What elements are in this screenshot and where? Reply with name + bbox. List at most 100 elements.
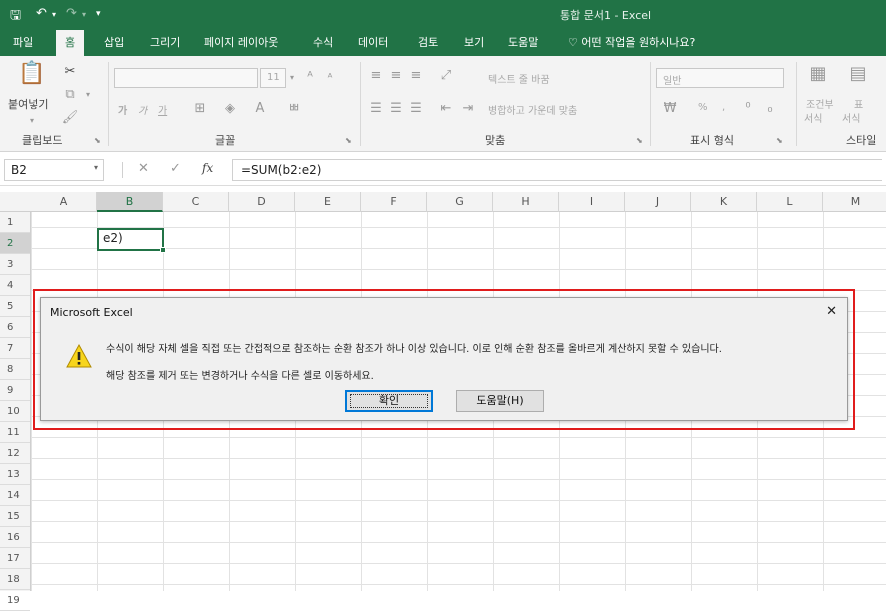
undo-icon[interactable]: ↶: [36, 6, 47, 21]
font-size-dropdown-icon[interactable]: ▾: [282, 68, 302, 88]
increase-indent-icon[interactable]: ⇥: [458, 99, 478, 119]
copy-dropdown-icon[interactable]: ▾: [78, 85, 98, 105]
font-color-icon[interactable]: A: [250, 99, 270, 119]
row-header-16[interactable]: 16: [0, 527, 30, 548]
enter-icon[interactable]: ✓: [170, 161, 181, 176]
column-header-a[interactable]: A: [31, 192, 97, 212]
tab-review[interactable]: 검토: [418, 34, 438, 50]
redo-dropdown-icon[interactable]: ▾: [82, 10, 86, 19]
column-header-f[interactable]: F: [361, 192, 427, 212]
merge-center-button[interactable]: 병합하고 가운데 맞춤: [488, 102, 577, 117]
font-launcher-icon[interactable]: ⬊: [345, 136, 352, 145]
phonetic-guide-icon[interactable]: ㅃ: [284, 99, 304, 119]
tab-home[interactable]: 홈: [56, 30, 85, 56]
row-header-10[interactable]: 10: [0, 401, 30, 422]
decrease-decimal-icon[interactable]: ₀: [760, 99, 780, 119]
row-header-1[interactable]: 1: [0, 212, 30, 233]
tab-view[interactable]: 보기: [464, 34, 484, 50]
row-header-6[interactable]: 6: [0, 317, 30, 338]
align-bottom-icon[interactable]: ≡: [406, 66, 426, 86]
fill-handle[interactable]: [160, 247, 166, 253]
row-header-18[interactable]: 18: [0, 569, 30, 590]
font-name-box[interactable]: [114, 68, 258, 88]
column-header-k[interactable]: K: [691, 192, 757, 212]
row-header-14[interactable]: 14: [0, 485, 30, 506]
paste-button[interactable]: 붙여넣기: [8, 96, 48, 112]
column-header-d[interactable]: D: [229, 192, 295, 212]
tab-formulas[interactable]: 수식: [313, 34, 333, 50]
row-header-5[interactable]: 5: [0, 296, 30, 317]
column-header-m[interactable]: M: [823, 192, 886, 212]
name-box-dropdown-icon[interactable]: ▾: [94, 163, 98, 172]
row-header-11[interactable]: 11: [0, 422, 30, 443]
tab-help[interactable]: 도움말: [508, 34, 538, 50]
row-header-4[interactable]: 4: [0, 275, 30, 296]
column-header-h[interactable]: H: [493, 192, 559, 212]
save-icon[interactable]: 🖫: [10, 6, 21, 28]
decrease-font-size-icon[interactable]: ᴬ: [320, 68, 340, 88]
borders-icon[interactable]: ⊞: [190, 99, 210, 119]
wrap-text-button[interactable]: 텍스트 줄 바꿈: [488, 71, 550, 86]
row-header-17[interactable]: 17: [0, 548, 30, 569]
column-header-b[interactable]: B: [97, 192, 163, 212]
accounting-format-icon[interactable]: ₩: [660, 99, 680, 119]
tab-data[interactable]: 데이터: [358, 34, 388, 50]
conditional-formatting-button[interactable]: 조건부: [806, 96, 834, 111]
tab-insert[interactable]: 삽입: [104, 34, 124, 50]
row-header-19[interactable]: 19: [0, 590, 30, 611]
ok-button[interactable]: 확인: [345, 390, 433, 412]
format-as-table-icon[interactable]: ▤: [846, 64, 870, 90]
decrease-indent-icon[interactable]: ⇤: [436, 99, 456, 119]
tab-file[interactable]: 파일: [13, 34, 33, 50]
close-icon[interactable]: ✕: [826, 304, 837, 319]
increase-font-size-icon[interactable]: ᴬ: [300, 68, 320, 88]
cancel-icon[interactable]: ✕: [138, 161, 149, 176]
name-box[interactable]: B2 ▾: [4, 159, 104, 181]
tab-page-layout[interactable]: 페이지 레이아웃: [204, 34, 278, 50]
column-header-j[interactable]: J: [625, 192, 691, 212]
align-center-icon[interactable]: ☰: [386, 99, 406, 119]
format-as-table-button[interactable]: 표: [854, 96, 863, 111]
help-button[interactable]: 도움말(H): [456, 390, 544, 412]
align-right-icon[interactable]: ☰: [406, 99, 426, 119]
underline-button[interactable]: 가: [158, 102, 167, 117]
row-header-3[interactable]: 3: [0, 254, 30, 275]
fill-color-icon[interactable]: ◈: [220, 99, 240, 119]
column-header-l[interactable]: L: [757, 192, 823, 212]
row-header-13[interactable]: 13: [0, 464, 30, 485]
percent-button[interactable]: %: [698, 102, 708, 113]
alignment-launcher-icon[interactable]: ⬊: [636, 136, 643, 145]
row-header-2[interactable]: 2: [0, 233, 30, 254]
italic-button[interactable]: 가: [138, 102, 147, 117]
align-top-icon[interactable]: ≡: [366, 66, 386, 86]
column-header-c[interactable]: C: [163, 192, 229, 212]
column-header-e[interactable]: E: [295, 192, 361, 212]
increase-decimal-icon[interactable]: ⁰: [738, 99, 758, 119]
bold-button[interactable]: 가: [118, 102, 127, 117]
number-launcher-icon[interactable]: ⬊: [776, 136, 783, 145]
comma-button[interactable]: ,: [722, 102, 725, 113]
row-header-8[interactable]: 8: [0, 359, 30, 380]
column-header-g[interactable]: G: [427, 192, 493, 212]
redo-icon[interactable]: ↷: [66, 6, 77, 21]
orientation-icon[interactable]: ⤢: [436, 66, 456, 86]
align-middle-icon[interactable]: ≡: [386, 66, 406, 86]
row-header-12[interactable]: 12: [0, 443, 30, 464]
cut-icon[interactable]: ✂: [60, 62, 80, 82]
paste-dropdown-icon[interactable]: ▾: [22, 111, 42, 131]
number-format-box[interactable]: 일반: [656, 68, 784, 88]
formula-input[interactable]: =SUM(b2:e2): [232, 159, 882, 181]
tell-me-search[interactable]: ♡ 어떤 작업을 원하시나요?: [568, 34, 695, 50]
paste-icon[interactable]: 📋: [18, 63, 45, 92]
insert-function-button[interactable]: fx: [202, 161, 213, 175]
row-header-7[interactable]: 7: [0, 338, 30, 359]
active-cell[interactable]: e2): [97, 228, 166, 253]
clipboard-launcher-icon[interactable]: ⬊: [94, 136, 101, 145]
undo-dropdown-icon[interactable]: ▾: [52, 10, 56, 19]
customize-toolbar-icon[interactable]: ▾: [96, 9, 101, 19]
conditional-formatting-icon[interactable]: ▦: [806, 64, 830, 90]
column-header-i[interactable]: I: [559, 192, 625, 212]
row-header-15[interactable]: 15: [0, 506, 30, 527]
tab-draw[interactable]: 그리기: [150, 34, 180, 50]
align-left-icon[interactable]: ☰: [366, 99, 386, 119]
